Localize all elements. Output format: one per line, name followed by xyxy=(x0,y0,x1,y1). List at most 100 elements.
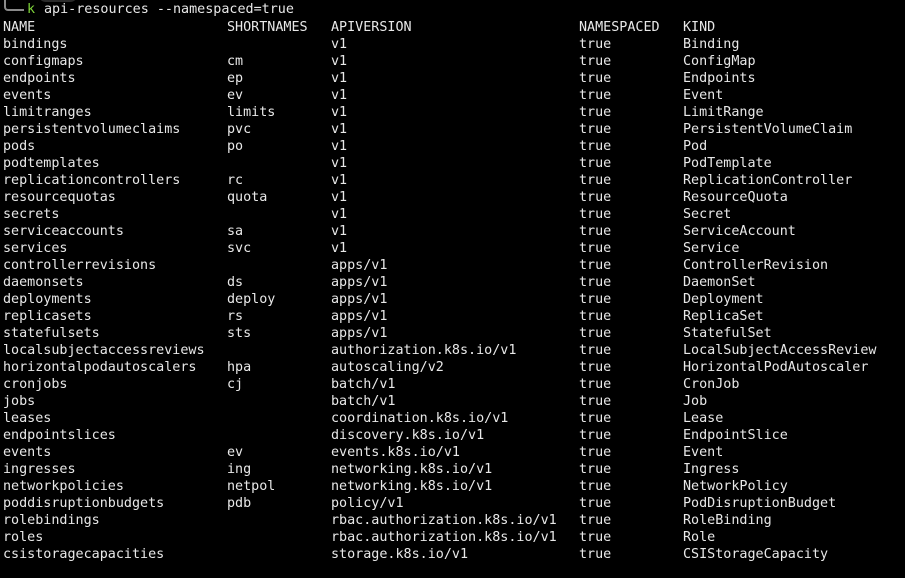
cell-namespaced: true xyxy=(579,224,612,239)
cell-kind: Pod xyxy=(683,139,708,154)
cell-name: statefulsets xyxy=(3,326,100,341)
cell-namespaced: true xyxy=(579,139,612,154)
cell-shortnames: ev xyxy=(227,445,244,460)
cell-kind: LocalSubjectAccessReview xyxy=(683,343,877,358)
cell-namespaced: true xyxy=(579,275,612,290)
cell-apiversion: v1 xyxy=(331,105,348,120)
cell-name: endpoints xyxy=(3,71,76,86)
cell-apiversion: apps/v1 xyxy=(331,292,388,307)
cell-namespaced: true xyxy=(579,394,612,409)
cell-kind: ReplicationController xyxy=(683,173,853,188)
cell-namespaced: true xyxy=(579,190,612,205)
table-row: resourcequotas quota v1 true ResourceQuota xyxy=(0,189,905,206)
cell-kind: Event xyxy=(683,88,724,103)
table-row: controllerrevisions apps/v1 true Controller… xyxy=(0,257,905,274)
table-row: configmaps cm v1 true ConfigMap xyxy=(0,53,905,70)
cell-name: pods xyxy=(3,139,36,154)
cell-apiversion: v1 xyxy=(331,139,348,154)
prompt-corner-decoration xyxy=(4,0,24,11)
cell-name: replicasets xyxy=(3,309,92,324)
table-row: roles rbac.authorization.k8s.io/v1 true Rol… xyxy=(0,529,905,546)
cell-name: rolebindings xyxy=(3,513,100,528)
cell-name: daemonsets xyxy=(3,275,84,290)
cell-apiversion: apps/v1 xyxy=(331,326,388,341)
cell-name: resourcequotas xyxy=(3,190,116,205)
cell-apiversion: apps/v1 xyxy=(331,309,388,324)
cell-apiversion: v1 xyxy=(331,190,348,205)
table-row: ingresses ing networking.k8s.io/v1 true Ingr… xyxy=(0,461,905,478)
cell-shortnames: netpol xyxy=(227,479,276,494)
cell-kind: HorizontalPodAutoscaler xyxy=(683,360,869,375)
cell-shortnames: hpa xyxy=(227,360,252,375)
cell-namespaced: true xyxy=(579,343,612,358)
cell-apiversion: networking.k8s.io/v1 xyxy=(331,462,493,477)
cell-namespaced: true xyxy=(579,241,612,256)
cell-kind: Job xyxy=(683,394,708,409)
cell-name: localsubjectaccessreviews xyxy=(3,343,205,358)
table-row: deployments deploy apps/v1 true Deployment xyxy=(0,291,905,308)
cell-name: deployments xyxy=(3,292,92,307)
cell-namespaced: true xyxy=(579,88,612,103)
cell-shortnames: deploy xyxy=(227,292,276,307)
cell-shortnames: rs xyxy=(227,309,244,324)
cell-name: events xyxy=(3,445,52,460)
cell-kind: EndpointSlice xyxy=(683,428,788,443)
cell-shortnames: limits xyxy=(227,105,276,120)
cell-namespaced: true xyxy=(579,479,612,494)
cell-namespaced: true xyxy=(579,37,612,52)
cell-name: leases xyxy=(3,411,52,426)
cell-shortnames: quota xyxy=(227,190,268,205)
cell-apiversion: autoscaling/v2 xyxy=(331,360,444,375)
table-row: services svc v1 true Service xyxy=(0,240,905,257)
cell-name: secrets xyxy=(3,207,60,222)
cell-kind: CSIStorageCapacity xyxy=(683,547,829,562)
cell-shortnames: cj xyxy=(227,377,244,392)
cell-shortnames: cm xyxy=(227,54,244,69)
cell-apiversion: v1 xyxy=(331,173,348,188)
table-row: replicasets rs apps/v1 true ReplicaSet xyxy=(0,308,905,325)
cell-apiversion: v1 xyxy=(331,224,348,239)
table-row: daemonsets ds apps/v1 true DaemonSet xyxy=(0,274,905,291)
table-row: podtemplates v1 true PodTemplate xyxy=(0,155,905,172)
cell-shortnames: ing xyxy=(227,462,252,477)
table-row: jobs batch/v1 true Job xyxy=(0,393,905,410)
cell-namespaced: true xyxy=(579,530,612,545)
terminal-window[interactable]: k api-resources --namespaced=true NAME S… xyxy=(0,0,905,578)
cell-name: poddisruptionbudgets xyxy=(3,496,165,511)
cell-name: networkpolicies xyxy=(3,479,124,494)
cell-name: controllerrevisions xyxy=(3,258,157,273)
cell-apiversion: coordination.k8s.io/v1 xyxy=(331,411,509,426)
cell-apiversion: v1 xyxy=(331,207,348,222)
table-row: secrets v1 true Secret xyxy=(0,206,905,223)
cell-namespaced: true xyxy=(579,258,612,273)
table-row: replicationcontrollers rc v1 true Replicatio… xyxy=(0,172,905,189)
cell-namespaced: true xyxy=(579,105,612,120)
cell-apiversion: v1 xyxy=(331,54,348,69)
cell-apiversion: rbac.authorization.k8s.io/v1 xyxy=(331,513,557,528)
cell-kind: PodTemplate xyxy=(683,156,772,171)
cell-name: ingresses xyxy=(3,462,76,477)
cell-name: limitranges xyxy=(3,105,92,120)
cell-namespaced: true xyxy=(579,173,612,188)
cell-shortnames: rc xyxy=(227,173,244,188)
cell-namespaced: true xyxy=(579,309,612,324)
cell-shortnames: pvc xyxy=(227,122,252,137)
cell-name: persistentvolumeclaims xyxy=(3,122,181,137)
cell-name: csistoragecapacities xyxy=(3,547,165,562)
cell-namespaced: true xyxy=(579,54,612,69)
cell-name: podtemplates xyxy=(3,156,100,171)
prompt-symbol: k xyxy=(27,2,36,17)
cell-shortnames: pdb xyxy=(227,496,252,511)
table-row: localsubjectaccessreviews authorization.k… xyxy=(0,342,905,359)
cell-shortnames: sa xyxy=(227,224,244,239)
cell-apiversion: v1 xyxy=(331,37,348,52)
table-row: limitranges limits v1 true LimitRange xyxy=(0,104,905,121)
cell-kind: NetworkPolicy xyxy=(683,479,788,494)
header-name: NAME xyxy=(3,20,36,35)
cell-namespaced: true xyxy=(579,326,612,341)
cell-apiversion: rbac.authorization.k8s.io/v1 xyxy=(331,530,557,545)
cell-shortnames: ev xyxy=(227,88,244,103)
cell-kind: Secret xyxy=(683,207,732,222)
cell-kind: Service xyxy=(683,241,740,256)
table-row: bindings v1 true Binding xyxy=(0,36,905,53)
